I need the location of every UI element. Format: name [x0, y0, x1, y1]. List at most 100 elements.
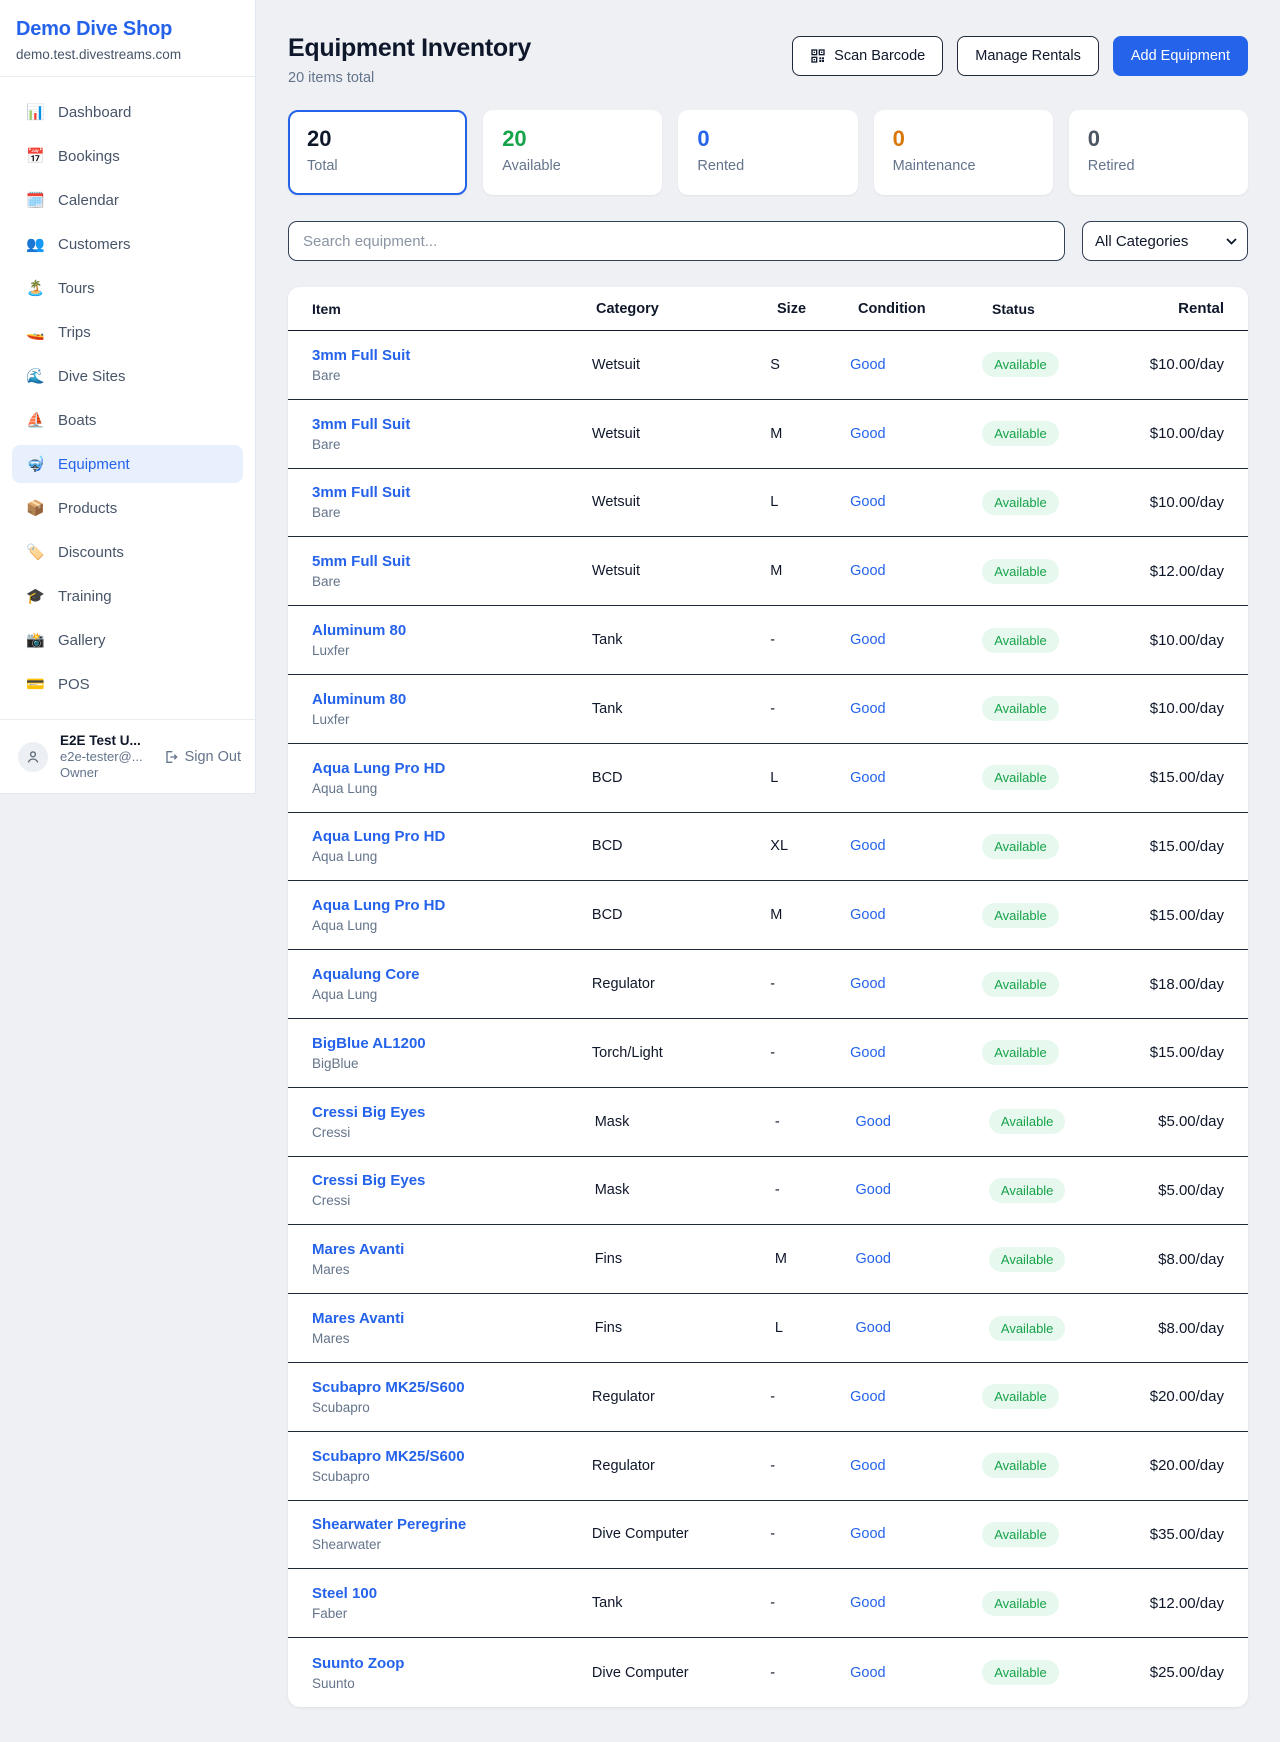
- item-name-link[interactable]: Steel 100: [312, 1585, 592, 1602]
- sidebar-item-tours[interactable]: 🏝️ Tours: [12, 269, 243, 307]
- status-badge: Available: [989, 1109, 1066, 1134]
- manage-rentals-label: Manage Rentals: [975, 48, 1081, 64]
- condition-link[interactable]: Good: [850, 357, 885, 373]
- condition-link[interactable]: Good: [850, 494, 885, 510]
- stat-value: 20: [307, 126, 448, 152]
- item-name-link[interactable]: 3mm Full Suit: [312, 347, 592, 364]
- table-row: Scubapro MK25/S600 Scubapro Regulator - …: [288, 1432, 1248, 1501]
- item-category: Wetsuit: [592, 426, 770, 442]
- item-name-link[interactable]: Mares Avanti: [312, 1241, 595, 1258]
- condition-link[interactable]: Good: [850, 1665, 885, 1681]
- condition-link[interactable]: Good: [856, 1182, 891, 1198]
- sidebar-item-gallery[interactable]: 📸 Gallery: [12, 621, 243, 659]
- barcode-icon: [810, 48, 826, 64]
- item-name-link[interactable]: Scubapro MK25/S600: [312, 1448, 592, 1465]
- sidebar-item-trips[interactable]: 🚤 Trips: [12, 313, 243, 351]
- item-category: Fins: [595, 1251, 775, 1267]
- page-title: Equipment Inventory: [288, 34, 531, 63]
- status-badge: Available: [982, 1453, 1059, 1478]
- sidebar-item-pos[interactable]: 💳 POS: [12, 665, 243, 703]
- item-size: -: [775, 1182, 856, 1198]
- category-select[interactable]: All Categories: [1082, 221, 1248, 261]
- status-badge: Available: [982, 352, 1059, 377]
- item-rental: $18.00/day: [1150, 976, 1224, 993]
- item-rental: $5.00/day: [1158, 1113, 1224, 1130]
- item-name-link[interactable]: Aqua Lung Pro HD: [312, 828, 592, 845]
- item-brand: Cressi: [312, 1125, 595, 1140]
- sidebar-item-products[interactable]: 📦 Products: [12, 489, 243, 527]
- item-name-link[interactable]: Aqualung Core: [312, 966, 592, 983]
- table-body: 3mm Full Suit Bare Wetsuit S Good Availa…: [288, 331, 1248, 1707]
- item-name-link[interactable]: Aluminum 80: [312, 622, 592, 639]
- scan-barcode-button[interactable]: Scan Barcode: [792, 36, 943, 76]
- sidebar-item-customers[interactable]: 👥 Customers: [12, 225, 243, 263]
- sidebar-item-dive-sites[interactable]: 🌊 Dive Sites: [12, 357, 243, 395]
- table-row: 5mm Full Suit Bare Wetsuit M Good Availa…: [288, 537, 1248, 606]
- sign-out-button[interactable]: Sign Out: [163, 749, 241, 765]
- scan-barcode-label: Scan Barcode: [834, 48, 925, 64]
- condition-link[interactable]: Good: [850, 907, 885, 923]
- status-badge: Available: [982, 1384, 1059, 1409]
- item-brand: Bare: [312, 368, 592, 383]
- search-wrap: [288, 221, 1065, 261]
- trips-icon: 🚤: [26, 325, 50, 340]
- stat-card-available[interactable]: 20 Available: [483, 110, 662, 195]
- condition-link[interactable]: Good: [850, 1595, 885, 1611]
- condition-link[interactable]: Good: [850, 632, 885, 648]
- condition-link[interactable]: Good: [850, 426, 885, 442]
- sidebar-item-equipment[interactable]: 🤿 Equipment: [12, 445, 243, 483]
- status-badge: Available: [989, 1178, 1066, 1203]
- stat-card-rented[interactable]: 0 Rented: [678, 110, 857, 195]
- condition-link[interactable]: Good: [856, 1114, 891, 1130]
- item-name-link[interactable]: 3mm Full Suit: [312, 484, 592, 501]
- item-size: -: [770, 1458, 850, 1474]
- search-input[interactable]: [288, 221, 1065, 261]
- condition-link[interactable]: Good: [856, 1320, 891, 1336]
- stat-card-total[interactable]: 20 Total: [288, 110, 467, 195]
- condition-link[interactable]: Good: [850, 1458, 885, 1474]
- condition-link[interactable]: Good: [850, 838, 885, 854]
- item-size: S: [770, 357, 850, 373]
- item-name-link[interactable]: 5mm Full Suit: [312, 553, 592, 570]
- item-name-link[interactable]: Aqua Lung Pro HD: [312, 897, 592, 914]
- user-info: E2E Test U... e2e-tester@... Owner: [60, 733, 163, 780]
- item-name-link[interactable]: Shearwater Peregrine: [312, 1516, 592, 1533]
- item-brand: Luxfer: [312, 712, 592, 727]
- item-category: Wetsuit: [592, 357, 770, 373]
- condition-link[interactable]: Good: [856, 1251, 891, 1267]
- sidebar-item-boats[interactable]: ⛵ Boats: [12, 401, 243, 439]
- sidebar-item-dashboard[interactable]: 📊 Dashboard: [12, 93, 243, 131]
- item-name-link[interactable]: BigBlue AL1200: [312, 1035, 592, 1052]
- item-name-link[interactable]: Cressi Big Eyes: [312, 1172, 595, 1189]
- condition-link[interactable]: Good: [850, 701, 885, 717]
- stat-card-maintenance[interactable]: 0 Maintenance: [874, 110, 1053, 195]
- stat-card-retired[interactable]: 0 Retired: [1069, 110, 1248, 195]
- condition-link[interactable]: Good: [850, 1389, 885, 1405]
- condition-link[interactable]: Good: [850, 1526, 885, 1542]
- discounts-icon: 🏷️: [26, 545, 50, 560]
- condition-link[interactable]: Good: [850, 770, 885, 786]
- sidebar-item-training[interactable]: 🎓 Training: [12, 577, 243, 615]
- item-name-link[interactable]: Aqua Lung Pro HD: [312, 760, 592, 777]
- item-rental: $12.00/day: [1150, 1595, 1224, 1612]
- item-brand: Aqua Lung: [312, 781, 592, 796]
- condition-link[interactable]: Good: [850, 563, 885, 579]
- item-size: L: [770, 770, 850, 786]
- item-name-link[interactable]: Cressi Big Eyes: [312, 1104, 595, 1121]
- condition-link[interactable]: Good: [850, 1045, 885, 1061]
- item-name-link[interactable]: 3mm Full Suit: [312, 416, 592, 433]
- item-brand: Aqua Lung: [312, 918, 592, 933]
- manage-rentals-button[interactable]: Manage Rentals: [957, 36, 1099, 76]
- item-name-link[interactable]: Mares Avanti: [312, 1310, 595, 1327]
- item-size: -: [770, 632, 850, 648]
- condition-link[interactable]: Good: [850, 976, 885, 992]
- sidebar-item-calendar[interactable]: 🗓️ Calendar: [12, 181, 243, 219]
- item-name-link[interactable]: Scubapro MK25/S600: [312, 1379, 592, 1396]
- items-total-text: 20 items total: [288, 70, 531, 86]
- add-equipment-button[interactable]: Add Equipment: [1113, 36, 1248, 76]
- col-size: Size: [777, 301, 858, 317]
- item-name-link[interactable]: Suunto Zoop: [312, 1655, 592, 1672]
- sidebar-item-discounts[interactable]: 🏷️ Discounts: [12, 533, 243, 571]
- sidebar-item-bookings[interactable]: 📅 Bookings: [12, 137, 243, 175]
- item-name-link[interactable]: Aluminum 80: [312, 691, 592, 708]
